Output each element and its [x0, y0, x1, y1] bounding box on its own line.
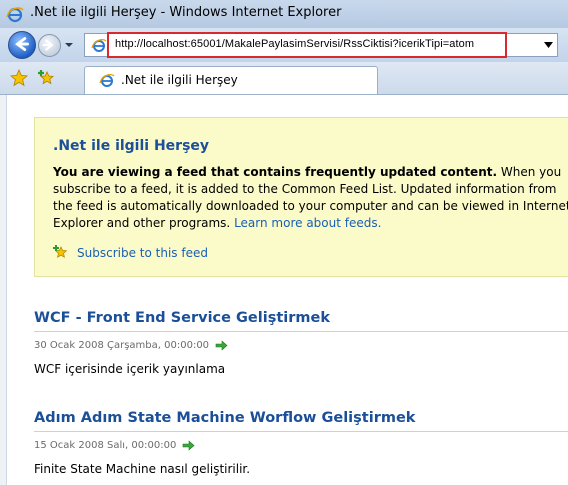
subscribe-icon[interactable] — [53, 244, 69, 260]
tab-label: .Net ile ilgili Herşey — [121, 73, 238, 87]
article-date-text: 15 Ocak 2008 Salı, 00:00:00 — [34, 440, 177, 451]
address-bar[interactable]: http://localhost:65001/MakalePaylasimSer… — [84, 32, 558, 58]
back-button[interactable] — [8, 31, 36, 59]
ie-icon — [6, 7, 24, 23]
back-icon — [15, 37, 29, 52]
article-summary: WCF içerisinde içerik yayınlama — [34, 362, 226, 376]
window-title: .Net ile ilgili Herşey - Windows Interne… — [30, 5, 342, 20]
article-item: Adım Adım State Machine Worflow Geliştir… — [34, 410, 568, 476]
url-text[interactable]: http://localhost:65001/MakalePaylasimSer… — [115, 38, 474, 50]
article-title[interactable]: WCF - Front End Service Geliştirmek — [34, 310, 568, 332]
forward-button[interactable] — [38, 34, 61, 57]
go-arrow-icon[interactable] — [182, 440, 195, 451]
feed-description: You are viewing a feed that contains fre… — [53, 164, 568, 232]
feed-description-bold: You are viewing a feed that contains fre… — [53, 165, 498, 179]
forward-icon — [42, 39, 54, 51]
go-arrow-icon[interactable] — [215, 340, 228, 351]
article-date: 30 Ocak 2008 Çarşamba, 00:00:00 — [34, 340, 568, 351]
tab-bar: .Net ile ilgili Herşey — [0, 62, 568, 95]
ie-tab-icon — [99, 74, 115, 87]
favorites-star-icon[interactable] — [10, 69, 28, 87]
article-summary: Finite State Machine nasıl geliştirilir. — [34, 462, 251, 476]
article-item: WCF - Front End Service Geliştirmek 30 O… — [34, 310, 568, 376]
page-content: .Net ile ilgili Herşey You are viewing a… — [0, 95, 568, 485]
window-left-border — [0, 95, 7, 485]
tab-current[interactable]: .Net ile ilgili Herşey — [84, 66, 378, 94]
ie-page-icon — [91, 39, 107, 52]
feed-info-box: .Net ile ilgili Herşey You are viewing a… — [34, 117, 568, 277]
subscribe-link[interactable]: Subscribe to this feed — [77, 246, 208, 260]
navigation-bar: http://localhost:65001/MakalePaylasimSer… — [0, 28, 568, 62]
article-date-text: 30 Ocak 2008 Çarşamba, 00:00:00 — [34, 340, 210, 351]
learn-more-link[interactable]: Learn more about feeds. — [234, 216, 381, 230]
title-bar: .Net ile ilgili Herşey - Windows Interne… — [0, 0, 568, 28]
article-date: 15 Ocak 2008 Salı, 00:00:00 — [34, 440, 568, 451]
add-favorites-icon[interactable] — [38, 69, 56, 87]
address-dropdown-icon[interactable] — [544, 42, 553, 48]
recent-pages-dropdown-icon[interactable] — [63, 40, 75, 50]
article-title[interactable]: Adım Adım State Machine Worflow Geliştir… — [34, 410, 568, 432]
feed-title: .Net ile ilgili Herşey — [53, 138, 210, 154]
